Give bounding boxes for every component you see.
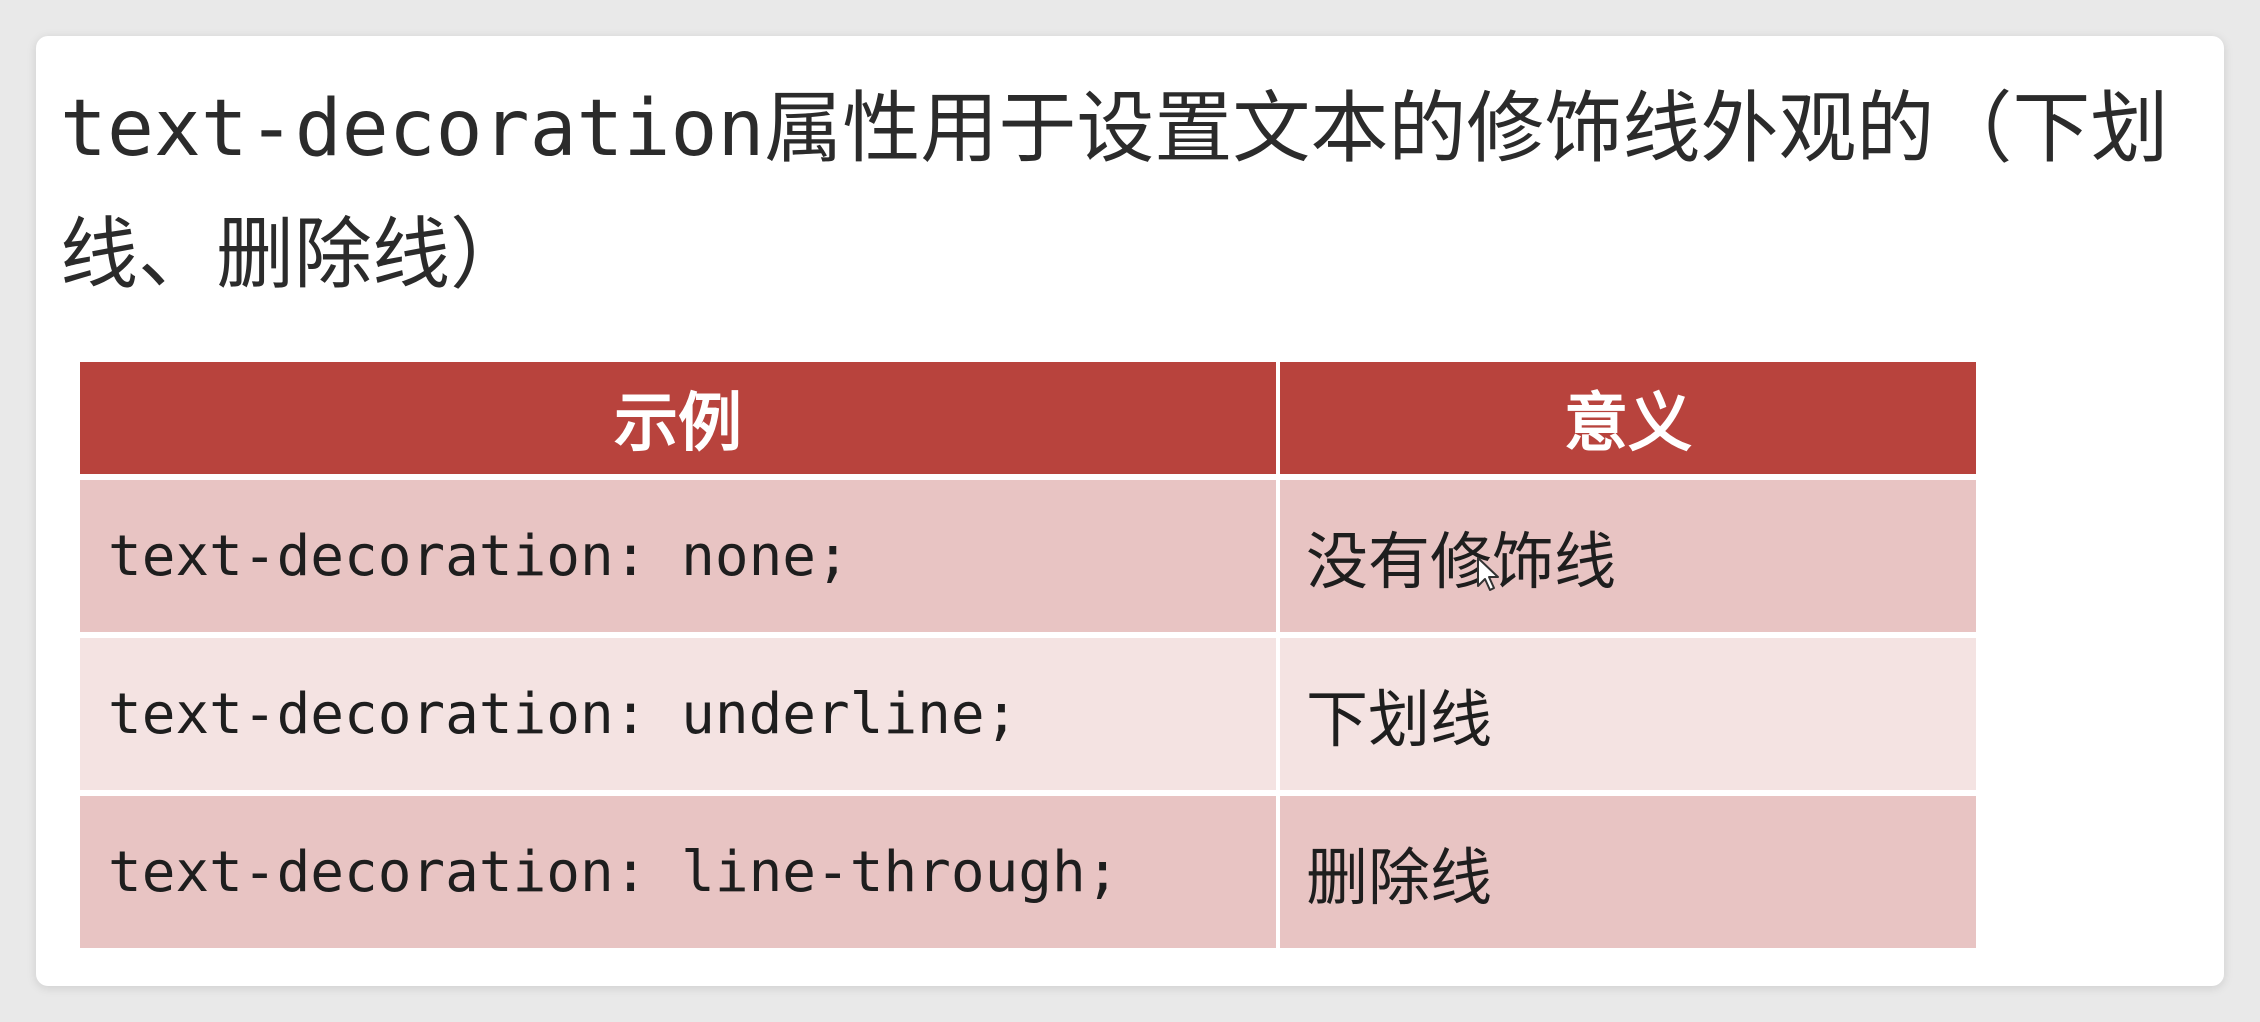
mouse-pointer-icon — [1477, 557, 1499, 591]
table-row: text-decoration: line-through; 删除线 — [80, 796, 1976, 948]
example-cell: text-decoration: none; — [80, 480, 1276, 632]
example-cell: text-decoration: line-through; — [80, 796, 1276, 948]
table-row: text-decoration: none; 没有修饰线 — [80, 480, 1976, 632]
slide-card: text-decoration属性用于设置文本的修饰线外观的（下划线、删除线） … — [36, 36, 2224, 986]
table-row: text-decoration: underline; 下划线 — [80, 638, 1976, 790]
intro-code-term: text-decoration — [60, 84, 765, 174]
meaning-cell: 删除线 — [1280, 796, 1976, 948]
intro-paragraph: text-decoration属性用于设置文本的修饰线外观的（下划线、删除线） — [60, 66, 2200, 318]
meaning-cell: 没有修饰线 — [1280, 480, 1976, 632]
meaning-cell: 下划线 — [1280, 638, 1976, 790]
table-header-row: 示例 意义 — [80, 362, 1976, 474]
header-example: 示例 — [80, 362, 1276, 474]
example-cell: text-decoration: underline; — [80, 638, 1276, 790]
text-decoration-table: 示例 意义 text-decoration: none; 没有修饰线 text-… — [76, 356, 1980, 954]
header-meaning: 意义 — [1280, 362, 1976, 474]
